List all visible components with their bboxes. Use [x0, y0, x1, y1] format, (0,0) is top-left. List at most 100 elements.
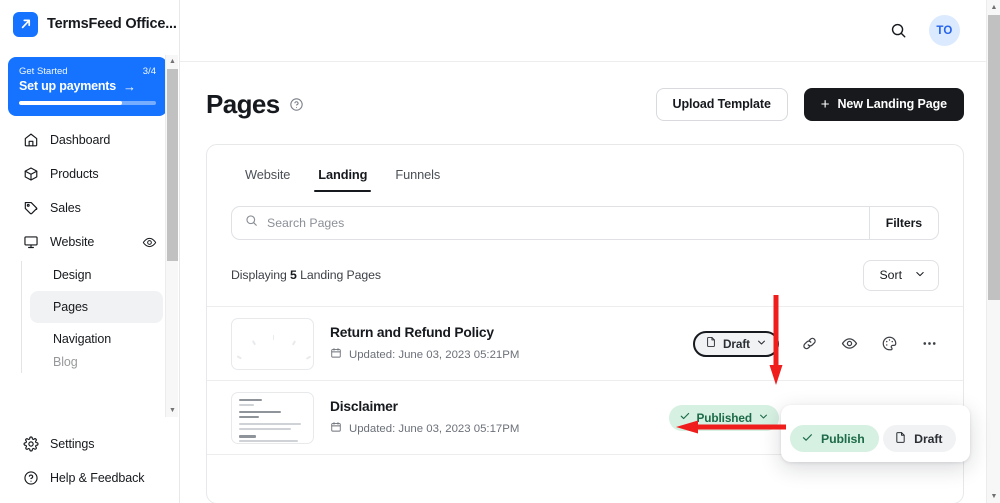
sidebar-item-website[interactable]: Website: [8, 225, 171, 259]
main-content: TO Pages Upload Template + New Landing P…: [180, 0, 1000, 503]
calendar-icon: [330, 421, 342, 436]
search-icon: [245, 214, 258, 232]
sidebar-item-label: Website: [50, 235, 95, 249]
sidebar-item-settings[interactable]: Settings: [8, 427, 171, 461]
check-icon: [801, 431, 814, 447]
menu-item-publish[interactable]: Publish: [790, 425, 879, 452]
question-circle-icon[interactable]: [289, 97, 304, 112]
sidebar-item-design[interactable]: Design: [30, 259, 163, 291]
get-started-card[interactable]: Get Started 3/4 Set up payments →: [8, 57, 167, 116]
calendar-icon: [330, 347, 342, 362]
get-started-count: 3/4: [142, 66, 156, 77]
main-scrollbar-thumb[interactable]: [988, 15, 1000, 300]
brand[interactable]: TermsFeed Office...: [0, 0, 179, 48]
chevron-down-icon: [758, 411, 769, 425]
new-landing-page-label: New Landing Page: [837, 97, 947, 111]
sidebar-subitem-label: Design: [53, 268, 92, 282]
main-scrollbar[interactable]: ▲ ▼: [986, 0, 1000, 503]
sidebar-scrollbar[interactable]: ▲ ▼: [165, 55, 178, 417]
loading-spinner-icon: [236, 335, 311, 360]
brand-name: TermsFeed Office...: [47, 16, 177, 32]
sidebar-item-help-feedback[interactable]: Help & Feedback: [8, 461, 171, 495]
sidebar-subitem-label: Pages: [53, 300, 88, 314]
tab-funnels[interactable]: Funnels: [381, 162, 454, 192]
check-icon: [679, 410, 691, 425]
tag-icon: [22, 200, 39, 217]
search-input[interactable]: [267, 216, 856, 230]
menu-item-draft[interactable]: Draft: [883, 425, 957, 452]
status-badge-label: Draft: [722, 336, 750, 351]
scroll-down-icon[interactable]: ▼: [166, 404, 179, 417]
filters-button[interactable]: Filters: [868, 207, 938, 239]
status-badge[interactable]: Published: [668, 404, 779, 431]
table-row[interactable]: Return and Refund Policy Updated: June 0…: [207, 307, 963, 381]
website-subnav: Design Pages Navigation Blog: [21, 259, 179, 373]
sidebar-item-label: Help & Feedback: [50, 471, 145, 485]
question-circle-icon: [22, 470, 39, 487]
search-icon[interactable]: [887, 20, 909, 42]
displaying-number: 5: [290, 268, 297, 282]
menu-item-label: Draft: [914, 431, 943, 446]
link-icon[interactable]: [799, 334, 819, 354]
sidebar-item-dashboard[interactable]: Dashboard: [8, 123, 171, 157]
status-dropdown-menu[interactable]: Publish Draft: [781, 405, 970, 462]
sidebar-item-pages[interactable]: Pages: [30, 291, 163, 323]
row-actions: Draft: [692, 330, 939, 357]
chevron-down-icon: [914, 268, 926, 283]
sidebar-item-blog[interactable]: Blog: [30, 355, 163, 369]
eye-icon[interactable]: [141, 234, 157, 250]
row-thumbnail: [231, 391, 314, 444]
menu-item-label: Publish: [821, 431, 865, 446]
sidebar-item-label: Dashboard: [50, 133, 111, 147]
sidebar-item-label: Sales: [50, 201, 81, 215]
scroll-up-icon[interactable]: ▲: [166, 55, 179, 68]
row-title: Return and Refund Policy: [330, 325, 494, 340]
sidebar-item-label: Products: [50, 167, 99, 181]
tab-bar: Website Landing Funnels: [207, 145, 963, 192]
eye-icon[interactable]: [839, 334, 859, 354]
scroll-up-icon[interactable]: ▲: [987, 0, 1000, 14]
arrow-right-icon: →: [123, 78, 136, 94]
get-started-progress-fill: [19, 101, 122, 105]
document-icon: [705, 336, 717, 351]
get-started-action-label: Set up payments: [19, 79, 117, 93]
sidebar-bottom-nav: Settings Help & Feedback: [0, 427, 179, 495]
status-badge-label: Published: [696, 410, 753, 425]
upload-template-button[interactable]: Upload Template: [655, 87, 788, 121]
plus-icon: +: [820, 95, 830, 113]
sidebar-subitem-label: Navigation: [53, 332, 112, 346]
new-landing-page-button[interactable]: + New Landing Page: [803, 87, 964, 121]
sort-button[interactable]: Sort: [863, 259, 939, 291]
search-row: Filters: [231, 206, 939, 240]
row-updated: Updated: June 03, 2023 05:17PM: [349, 422, 520, 435]
sidebar-item-navigation[interactable]: Navigation: [30, 323, 163, 355]
tab-landing[interactable]: Landing: [304, 162, 381, 192]
sidebar-item-sales[interactable]: Sales: [8, 191, 171, 225]
sidebar: TermsFeed Office... Get Started 3/4 Set …: [0, 0, 180, 503]
sidebar-subitem-label: Blog: [53, 355, 78, 369]
sort-label: Sort: [879, 268, 902, 282]
document-icon: [894, 431, 907, 447]
status-badge[interactable]: Draft: [692, 330, 779, 357]
page-title: Pages: [206, 88, 280, 119]
page-header: Pages Upload Template + New Landing Page: [206, 84, 964, 124]
displaying-suffix: Landing Pages: [296, 268, 381, 282]
document-preview-icon: [232, 393, 313, 443]
gear-icon: [22, 436, 39, 453]
chevron-down-icon: [756, 337, 767, 351]
tab-website[interactable]: Website: [231, 162, 304, 192]
box-icon: [22, 166, 39, 183]
sidebar-scrollbar-thumb[interactable]: [167, 69, 178, 261]
more-horizontal-icon[interactable]: [919, 334, 939, 354]
sidebar-item-label: Settings: [50, 437, 95, 451]
row-thumbnail: [231, 317, 314, 370]
row-title: Disclaimer: [330, 399, 398, 414]
monitor-icon: [22, 234, 39, 251]
home-icon: [22, 132, 39, 149]
scroll-down-icon[interactable]: ▼: [987, 489, 1000, 503]
palette-icon[interactable]: [879, 334, 899, 354]
sidebar-item-products[interactable]: Products: [8, 157, 171, 191]
app-logo-icon: [13, 11, 38, 37]
avatar[interactable]: TO: [929, 15, 960, 46]
get-started-label: Get Started: [19, 66, 68, 77]
